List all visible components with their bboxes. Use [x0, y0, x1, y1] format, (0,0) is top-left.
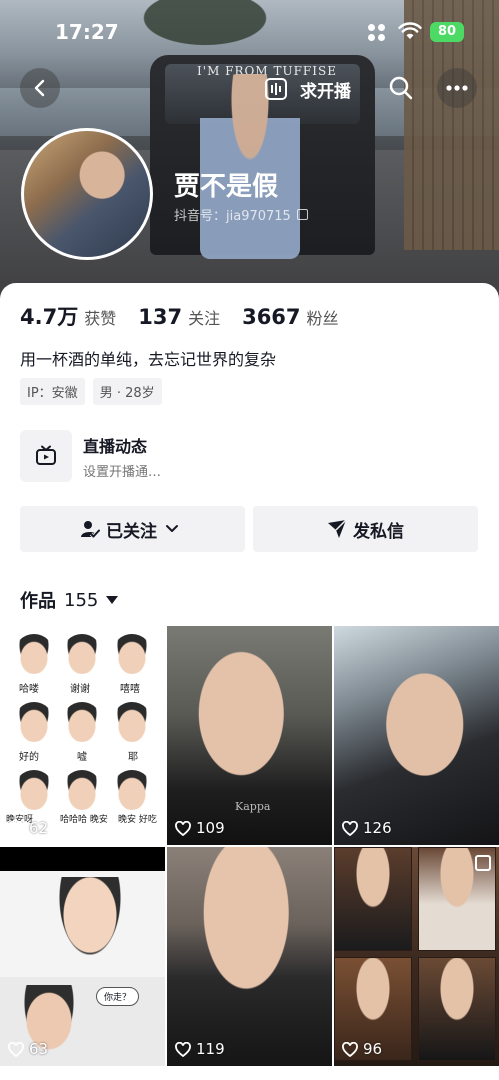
live-feed-title: 直播动态	[83, 437, 148, 456]
heart-icon	[175, 820, 191, 836]
request-live-label: 求开播	[300, 81, 351, 102]
signal-icon	[368, 24, 386, 42]
likes-label[interactable]: 获赞	[84, 305, 116, 329]
search-icon[interactable]	[387, 74, 415, 102]
sticker-label: 嘘	[77, 752, 87, 763]
shirt-brand-text: Kappa	[235, 800, 271, 813]
profile-handle[interactable]: 抖音号：jia970715	[174, 205, 308, 224]
more-dots-icon	[446, 85, 468, 91]
multi-image-icon	[475, 855, 491, 871]
sticker-face	[62, 770, 102, 810]
sticker-face	[112, 634, 152, 674]
wifi-icon	[398, 22, 422, 39]
ip-location-tag: IP：安徽	[20, 378, 85, 405]
video-likes-count: 96	[363, 1040, 383, 1058]
send-message-button[interactable]: 发私信	[253, 506, 478, 552]
profile-stats: 4.7万 获赞 137 关注 3667 粉丝	[20, 301, 361, 331]
sticker-face	[112, 702, 152, 742]
sticker-label: 哈喽	[19, 684, 39, 695]
profile-name: 贾不是假	[174, 172, 279, 202]
thumb-child	[50, 877, 130, 972]
heart-icon	[342, 1041, 358, 1057]
video-likes: 109	[175, 819, 225, 837]
profile-tags: IP：安徽 男 · 28岁	[20, 378, 170, 405]
following-label[interactable]: 关注	[188, 305, 220, 329]
live-feed-entry[interactable]: 直播动态 设置开播通…	[20, 430, 340, 484]
status-bar: 17:27 80	[0, 0, 499, 62]
video-likes: 63	[8, 1040, 48, 1058]
video-likes: 96	[342, 1040, 382, 1058]
sticker-face	[62, 702, 102, 742]
video-thumb-6[interactable]: 96	[334, 847, 499, 1066]
avatar[interactable]	[21, 128, 153, 260]
video-grid: 哈喽 谢谢 嘻嘻 好的 嘘 耶 晚安呀 哈哈哈 晚安 晚安 好吃 62 Kapp…	[0, 626, 499, 1080]
works-count: 155	[64, 589, 99, 611]
sticker-face	[112, 770, 152, 810]
sticker-face	[14, 702, 54, 742]
status-time: 17:27	[55, 20, 119, 44]
following-count[interactable]: 137	[138, 305, 182, 329]
sticker-label: 好的	[19, 752, 39, 763]
heart-icon	[342, 820, 358, 836]
video-likes: 62	[8, 819, 48, 837]
heart-icon	[175, 1041, 191, 1057]
video-likes-count: 119	[196, 1040, 225, 1058]
request-live-button[interactable]: 求开播	[264, 75, 351, 103]
sticker-label: 晚安 好吃	[118, 815, 157, 825]
copy-icon[interactable]	[296, 209, 308, 220]
live-feed-icon-box	[20, 430, 72, 482]
sticker-label: 耶	[128, 752, 138, 763]
gender-age-tag: 男 · 28岁	[92, 378, 162, 405]
video-thumb-3[interactable]: 126	[334, 626, 499, 845]
sticker-face	[14, 770, 54, 810]
sticker-face	[62, 634, 102, 674]
tv-icon	[36, 445, 56, 465]
heart-icon	[8, 1041, 24, 1057]
video-likes-count: 109	[196, 819, 225, 837]
works-label: 作品	[20, 591, 56, 612]
more-button[interactable]	[437, 68, 477, 108]
video-thumb-1[interactable]: 哈喽 谢谢 嘻嘻 好的 嘘 耶 晚安呀 哈哈哈 晚安 晚安 好吃 62	[0, 626, 165, 845]
video-likes-count: 126	[363, 819, 392, 837]
video-thumb-2[interactable]: Kappa 109	[167, 626, 332, 845]
sticker-face	[14, 634, 54, 674]
video-likes: 126	[342, 819, 392, 837]
chevron-left-icon	[34, 79, 45, 97]
back-button[interactable]	[20, 68, 60, 108]
video-thumb-5[interactable]: 119	[167, 847, 332, 1066]
send-icon	[328, 519, 347, 538]
speech-bubble: 你走？	[96, 987, 140, 1006]
heart-icon	[8, 820, 24, 836]
collage-tile	[334, 847, 412, 951]
live-feed-subtitle: 设置开播通…	[83, 465, 162, 480]
live-chart-icon	[265, 78, 287, 100]
sticker-label: 哈哈哈 晚安	[60, 815, 108, 825]
video-likes-count: 63	[29, 1040, 49, 1058]
chevron-down-icon	[166, 525, 178, 532]
followers-label[interactable]: 粉丝	[307, 305, 339, 329]
user-check-icon	[81, 521, 100, 539]
battery-indicator: 80	[430, 22, 464, 42]
followed-button-label: 已关注	[106, 521, 157, 542]
video-likes: 119	[175, 1040, 225, 1058]
works-tab[interactable]: 作品 155	[20, 587, 119, 613]
followed-button[interactable]: 已关注	[20, 506, 245, 552]
video-likes-count: 62	[29, 819, 49, 837]
profile-handle-text: 抖音号：jia970715	[174, 209, 291, 224]
video-thumb-4[interactable]: 你走？ 63	[0, 847, 165, 1066]
profile-bio: 用一杯酒的单纯，去忘记世界的复杂	[20, 350, 277, 369]
collage-tile	[418, 957, 496, 1061]
sticker-label: 谢谢	[70, 684, 90, 695]
sticker-label: 嘻嘻	[120, 684, 140, 695]
followers-count[interactable]: 3667	[242, 305, 300, 329]
likes-count[interactable]: 4.7万	[20, 301, 78, 331]
caret-down-icon	[106, 596, 119, 604]
send-message-label: 发私信	[353, 521, 404, 542]
